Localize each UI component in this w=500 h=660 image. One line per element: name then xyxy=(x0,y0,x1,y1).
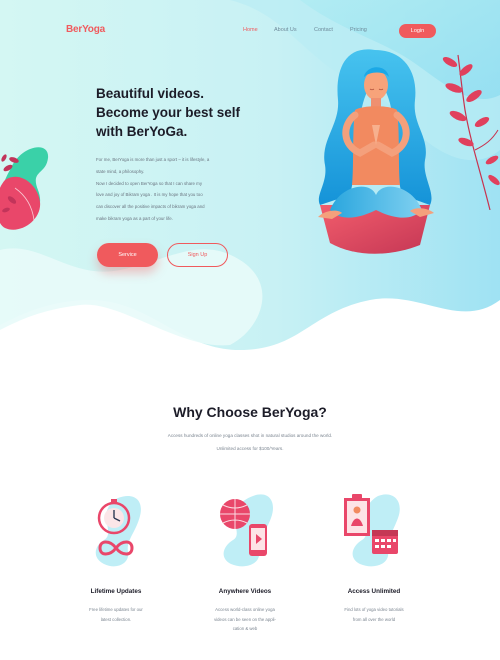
feature-desc-line: latest collection. xyxy=(100,616,132,622)
hero-description: For me, BerYoga is more than just a spor… xyxy=(96,154,256,225)
hero-text-line: love and joy of Bikram yoga . It is my h… xyxy=(96,192,203,198)
logo[interactable]: BerYoga xyxy=(66,24,105,35)
feature-desc-line: from all over the world xyxy=(352,616,396,622)
feature-desc-line: videos can be seen on the appli- xyxy=(214,616,276,622)
feature-desc-line: Find lots of yoga video tutorials xyxy=(344,607,404,612)
feature-title: Anywhere Videos xyxy=(218,588,272,595)
hero-text-line: can discover all the positive impacts of… xyxy=(96,204,205,210)
why-section-subtitle: Access hundreds of online yoga classes s… xyxy=(167,433,333,438)
nav-contact-link[interactable]: Contact xyxy=(314,27,333,33)
service-button[interactable]: Service xyxy=(97,243,158,267)
hero-text-line: For me, BerYoga is more than just a spor… xyxy=(96,157,210,162)
sign-up-button[interactable]: Sign Up xyxy=(167,243,228,267)
nav-about-link[interactable]: About Us xyxy=(274,27,297,33)
feature-description: Access world-class online yoga videos ca… xyxy=(205,605,285,634)
login-button[interactable]: Login xyxy=(399,24,436,38)
hero-text-line: Now I decided to open BerYoga so that I … xyxy=(96,180,203,186)
feature-description: Free lifetime updates for our latest col… xyxy=(76,605,156,624)
feature-title: Lifetime Updates xyxy=(90,588,142,595)
nav-home-link[interactable]: Home xyxy=(243,27,258,33)
why-section-price-note: Unlimited access for $100/Years. xyxy=(216,446,284,451)
globe-phone-video-icon xyxy=(220,494,273,567)
hero-text-line: make bikram yoga as a part of your life. xyxy=(96,215,173,221)
hero-title-line: Become your best self xyxy=(96,105,241,120)
nav-pricing-link[interactable]: Pricing xyxy=(350,27,367,33)
hero-text-line: state mind, a philosophy. xyxy=(96,168,145,174)
site-header: BerYoga Home About Us Contact Pricing Lo… xyxy=(0,0,500,60)
feature-desc-line: Access world-class online yoga xyxy=(215,607,275,612)
left-plant-illustration xyxy=(0,147,49,230)
why-section-title: Why Choose BerYoga? xyxy=(173,404,327,420)
calendar-yoga-icon xyxy=(344,494,400,567)
feature-title: Access Unlimited xyxy=(347,588,401,595)
stopwatch-infinity-icon xyxy=(95,496,141,567)
hero-title-line: Beautiful videos. xyxy=(96,86,205,101)
feature-description: Find lots of yoga video tutorials from a… xyxy=(334,605,414,624)
feature-desc-line: cation & web xyxy=(232,626,258,632)
feature-desc-line: Free lifetime updates for our xyxy=(89,607,143,612)
hero-title-line: with BerYoGa. xyxy=(96,124,188,139)
hero-title: Beautiful videos. Become your best self … xyxy=(96,84,286,141)
yoga-woman-illustration xyxy=(318,49,434,254)
